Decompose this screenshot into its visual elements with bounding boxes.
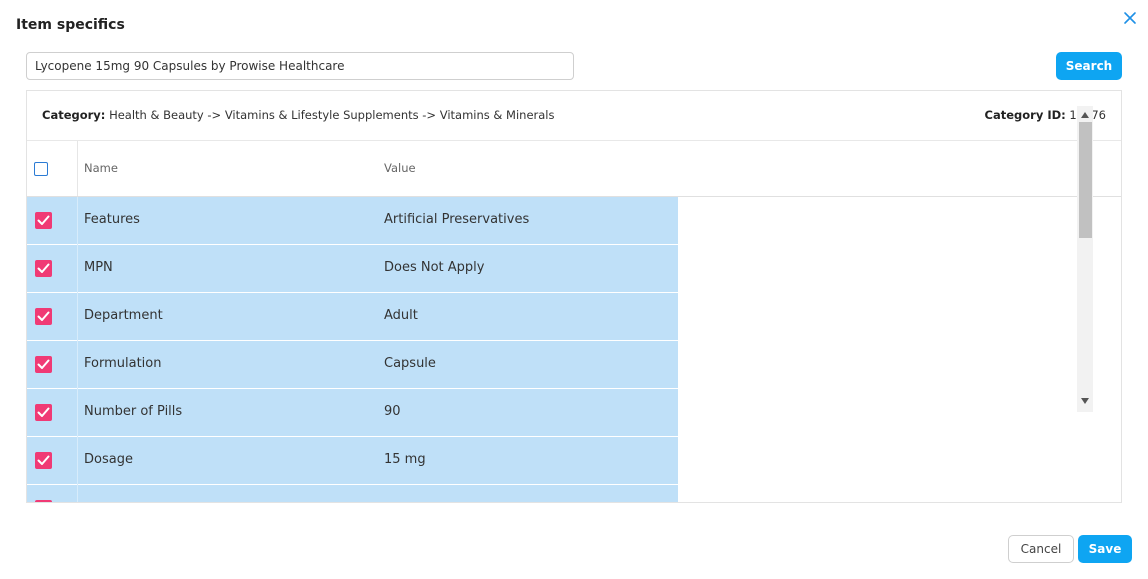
column-header-name[interactable]: Name	[84, 161, 118, 175]
row-name: Department	[84, 308, 163, 323]
scroll-up-arrow-icon[interactable]	[1081, 112, 1089, 118]
table-row[interactable]: Features Artificial Preservatives	[27, 197, 678, 245]
scroll-down-arrow-icon[interactable]	[1081, 398, 1089, 404]
row-value: Does Not Apply	[384, 260, 485, 275]
checkmark-icon	[37, 407, 50, 417]
category-path: Category: Health & Beauty -> Vitamins & …	[42, 108, 554, 122]
item-specifics-panel: Category: Health & Beauty -> Vitamins & …	[26, 90, 1122, 503]
checkmark-icon	[37, 359, 50, 369]
row-name: Number of Pills	[84, 404, 183, 419]
row-value: Artificial Preservatives	[384, 212, 530, 227]
row-value: Adult	[384, 308, 418, 323]
row-checkbox[interactable]	[35, 260, 52, 277]
row-checkbox[interactable]	[35, 500, 52, 502]
scrollbar-thumb[interactable]	[1079, 122, 1092, 238]
row-value: Capsule	[384, 356, 436, 371]
search-button[interactable]: Search	[1056, 52, 1122, 80]
row-checkbox[interactable]	[35, 308, 52, 325]
table-body: Features Artificial Preservatives MPN Does …	[27, 197, 1121, 502]
row-checkbox[interactable]	[35, 356, 52, 373]
table-row[interactable]: Number of Pills 90	[27, 389, 678, 437]
category-label: Category:	[42, 108, 106, 122]
table-row[interactable]: Department Adult	[27, 293, 678, 341]
cancel-button[interactable]: Cancel	[1008, 535, 1074, 563]
table-row[interactable]: MPN Does Not Apply	[27, 245, 678, 293]
column-divider	[77, 389, 78, 437]
save-button[interactable]: Save	[1078, 535, 1132, 563]
row-name: Formulation	[84, 356, 162, 371]
category-value: Health & Beauty -> Vitamins & Lifestyle …	[109, 108, 555, 122]
checkmark-icon	[37, 311, 50, 321]
row-name: Dosage	[84, 452, 133, 467]
row-checkbox[interactable]	[35, 452, 52, 469]
checkmark-icon	[37, 455, 50, 465]
close-icon[interactable]	[1122, 10, 1138, 26]
category-row: Category: Health & Beauty -> Vitamins & …	[27, 91, 1121, 141]
column-divider	[77, 293, 78, 341]
column-divider	[77, 485, 78, 502]
checkmark-icon	[37, 263, 50, 273]
column-header-value[interactable]: Value	[384, 161, 416, 175]
dialog-title: Item specifics	[16, 17, 125, 33]
category-id-label: Category ID:	[984, 108, 1066, 122]
column-divider	[77, 437, 78, 485]
column-divider	[77, 141, 78, 196]
checkmark-icon	[37, 215, 50, 225]
row-name: MPN	[84, 260, 113, 275]
table-header: Name Value	[27, 141, 1121, 197]
row-name: Features	[84, 212, 140, 227]
row-checkbox[interactable]	[35, 404, 52, 421]
column-divider	[77, 197, 78, 245]
search-input[interactable]	[26, 52, 574, 80]
row-value: 90	[384, 404, 401, 419]
row-checkbox[interactable]	[35, 212, 52, 229]
table-row[interactable]: Dosage 15 mg	[27, 437, 678, 485]
table-row[interactable]	[27, 485, 678, 502]
column-divider	[77, 341, 78, 389]
row-value: 15 mg	[384, 452, 426, 467]
column-divider	[77, 245, 78, 293]
select-all-checkbox[interactable]	[34, 162, 48, 176]
table-row[interactable]: Formulation Capsule	[27, 341, 678, 389]
